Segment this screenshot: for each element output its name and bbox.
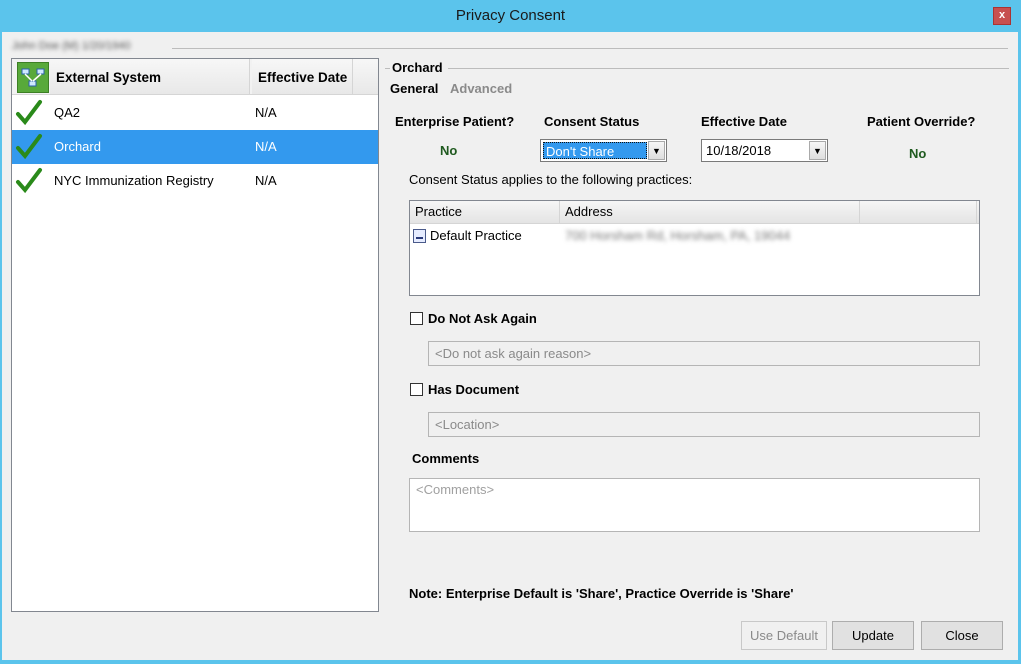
effective-date-picker[interactable]: 10/18/2018 ▼ [701, 139, 828, 162]
checkmark-icon [16, 100, 42, 126]
chevron-down-icon[interactable]: ▼ [809, 141, 826, 160]
system-name: NYC Immunization Registry [54, 173, 214, 188]
enterprise-default-note: Note: Enterprise Default is 'Share', Pra… [409, 586, 794, 601]
update-button[interactable]: Update [832, 621, 914, 650]
has-document-checkbox[interactable] [410, 383, 423, 396]
system-row-nyc-immunization[interactable]: NYC Immunization Registry N/A [12, 164, 378, 198]
enterprise-patient-label: Enterprise Patient? [395, 114, 515, 129]
system-date: N/A [255, 173, 277, 188]
tab-advanced[interactable]: Advanced [450, 81, 512, 96]
patient-override-value: No [909, 146, 927, 161]
checkmark-icon [16, 168, 42, 194]
system-date: N/A [255, 105, 277, 120]
dialog-client: John Doe (M) 1/20/1940 External System E… [2, 32, 1018, 660]
do-not-ask-reason-input[interactable]: <Do not ask again reason> [428, 341, 980, 366]
practice-grid[interactable]: Practice Address Default Practice 700 Ho… [409, 200, 980, 296]
comments-label: Comments [412, 451, 480, 466]
window-title: Privacy Consent [455, 7, 566, 24]
system-row-qa2[interactable]: QA2 N/A [12, 96, 378, 130]
enterprise-patient-value: No [440, 143, 458, 158]
column-header-effective-date[interactable]: Effective Date [252, 59, 353, 94]
column-header-external-system[interactable]: External System [50, 59, 250, 94]
use-default-button[interactable]: Use Default [741, 621, 827, 650]
has-document-label: Has Document [428, 382, 520, 397]
external-system-list[interactable]: External System Effective Date QA2 N/A O… [11, 58, 379, 612]
header-divider [172, 48, 1008, 49]
tab-general[interactable]: General [390, 81, 438, 96]
close-button[interactable]: Close [921, 621, 1003, 650]
chevron-down-icon[interactable]: ▼ [648, 141, 665, 160]
column-header-blank [860, 201, 977, 223]
consent-status-select[interactable]: Don't Share ▼ [540, 139, 667, 162]
column-header-practice[interactable]: Practice [410, 201, 560, 223]
system-name: Orchard [54, 139, 101, 154]
practice-address: 700 Horsham Rd, Horsham, PA, 19044 [565, 228, 791, 243]
practice-icon [413, 229, 426, 243]
column-header-blank [353, 59, 378, 94]
patient-override-label: Patient Override? [867, 114, 976, 129]
effective-date-label: Effective Date [701, 114, 787, 129]
effective-date-value: 10/18/2018 [706, 143, 772, 158]
privacy-consent-window: Privacy Consent x John Doe (M) 1/20/1940… [0, 0, 1021, 664]
group-divider [448, 68, 1009, 69]
patient-header: John Doe (M) 1/20/1940 [12, 40, 131, 52]
practice-grid-header: Practice Address [410, 201, 979, 224]
network-icon [17, 62, 49, 93]
column-header-address[interactable]: Address [560, 201, 860, 223]
applies-text: Consent Status applies to the following … [409, 172, 693, 187]
consent-status-value: Don't Share [543, 142, 647, 159]
system-name: QA2 [54, 105, 81, 120]
system-list-header: External System Effective Date [12, 59, 378, 95]
checkmark-icon [16, 134, 42, 160]
document-location-input[interactable]: <Location> [428, 412, 980, 437]
close-window-button[interactable]: x [993, 7, 1011, 25]
do-not-ask-checkbox[interactable] [410, 312, 423, 325]
group-divider [385, 68, 390, 69]
comments-input[interactable]: <Comments> [409, 478, 980, 532]
system-date: N/A [255, 139, 277, 154]
group-title: Orchard [392, 60, 443, 75]
consent-status-label: Consent Status [544, 114, 640, 129]
system-row-orchard[interactable]: Orchard N/A [12, 130, 378, 164]
do-not-ask-label: Do Not Ask Again [428, 311, 537, 326]
practice-name: Default Practice [430, 228, 522, 243]
practice-row[interactable]: Default Practice 700 Horsham Rd, Horsham… [410, 225, 979, 247]
